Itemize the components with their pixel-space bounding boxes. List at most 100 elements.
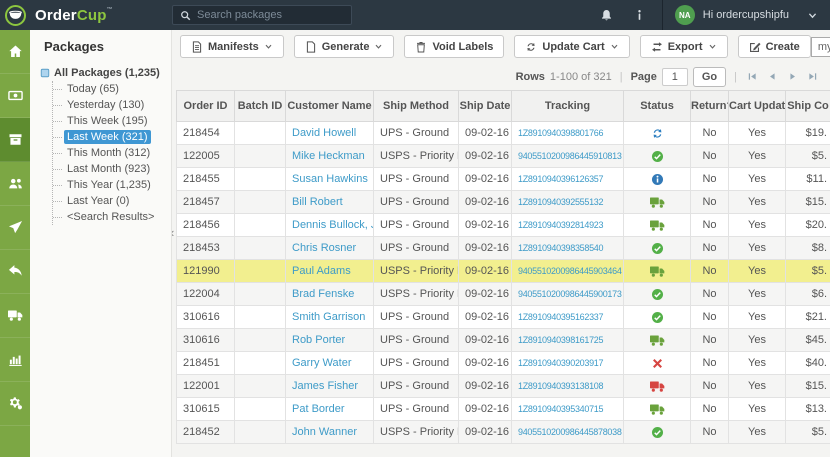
- tree-item[interactable]: Last Month (923): [53, 161, 171, 177]
- customer-name-link[interactable]: James Fisher: [285, 374, 374, 398]
- panel-collapse-arrow[interactable]: ‹: [172, 226, 174, 239]
- rail-item-ship[interactable]: [0, 206, 30, 250]
- column-header[interactable]: Status: [623, 90, 691, 122]
- first-page-icon[interactable]: [747, 71, 758, 82]
- manifests-button[interactable]: Manifests: [180, 35, 284, 58]
- table-row[interactable]: 122001 James Fisher UPS - Ground 09-02-16 1Z…: [176, 374, 830, 398]
- customer-name-link[interactable]: John Wanner: [285, 420, 374, 444]
- customer-name-link[interactable]: Pat Border: [285, 397, 374, 421]
- tracking-link[interactable]: 1Z8910940392555132: [511, 190, 624, 214]
- tracking-link[interactable]: 9405510200986445910813: [511, 144, 624, 168]
- tracking-link[interactable]: 1Z8910940392814923: [511, 213, 624, 237]
- column-header[interactable]: Ship Date: [458, 90, 512, 122]
- column-header[interactable]: Ship Method: [373, 90, 459, 122]
- column-header[interactable]: Batch ID: [234, 90, 286, 122]
- rail-item-settings[interactable]: [0, 382, 30, 426]
- tracking-link[interactable]: 1Z8910940393138108: [511, 374, 624, 398]
- tree-item-label[interactable]: This Year (1,235): [64, 178, 154, 192]
- tracking-link[interactable]: 9405510200986445878038: [511, 420, 624, 444]
- tree-item[interactable]: This Month (312): [53, 145, 171, 161]
- tree-item-label[interactable]: This Month (312): [64, 146, 153, 160]
- store-select[interactable]: myShopify: [810, 36, 830, 57]
- tree-item-label[interactable]: Last Month (923): [64, 162, 153, 176]
- void-labels-button[interactable]: Void Labels: [404, 35, 505, 58]
- table-row[interactable]: 218452 John WannerUSPS - Priority Mail09-…: [176, 420, 830, 444]
- last-page-icon[interactable]: [807, 71, 818, 82]
- column-header[interactable]: Tracking: [511, 90, 624, 122]
- tree-item-label[interactable]: <Search Results>: [64, 210, 157, 224]
- table-row[interactable]: 218456 Dennis Bullock, Jr UPS - Ground 09-0…: [176, 213, 830, 237]
- tracking-link[interactable]: 9405510200986445900173: [511, 282, 624, 306]
- tree-item[interactable]: This Week (195): [53, 113, 171, 129]
- info-icon[interactable]: [635, 9, 644, 21]
- avatar[interactable]: NA: [674, 5, 695, 25]
- export-button[interactable]: Export: [639, 35, 728, 58]
- generate-button[interactable]: Generate: [293, 35, 395, 58]
- search-input[interactable]: [197, 9, 344, 21]
- rail-item-reports[interactable]: [0, 338, 30, 382]
- tree-item-label[interactable]: Last Week (321): [64, 130, 151, 144]
- rail-item-billing[interactable]: [0, 74, 30, 118]
- user-menu-chevron-icon[interactable]: [807, 10, 818, 21]
- tracking-link[interactable]: 1Z8910940396126357: [511, 167, 624, 191]
- table-row[interactable]: 122005 Mike HeckmanUSPS - Priority Mail09…: [176, 144, 830, 168]
- rail-item-carriers[interactable]: [0, 294, 30, 338]
- go-button[interactable]: Go: [692, 66, 727, 87]
- next-page-icon[interactable]: [787, 71, 798, 82]
- column-header[interactable]: Ship Co: [785, 90, 830, 122]
- customer-name-link[interactable]: Rob Porter: [285, 328, 374, 352]
- customer-name-link[interactable]: Mike Heckman: [285, 144, 374, 168]
- table-row[interactable]: 218455 Susan Hawkins UPS - Ground 09-02-16 1…: [176, 167, 830, 191]
- previous-page-icon[interactable]: [767, 71, 778, 82]
- rail-item-home[interactable]: [0, 30, 30, 74]
- column-header[interactable]: Customer Name: [285, 90, 374, 122]
- rail-item-returns[interactable]: [0, 250, 30, 294]
- tracking-link[interactable]: 1Z8910940395162337: [511, 305, 624, 329]
- tree-item-label[interactable]: Today (65): [64, 82, 122, 96]
- tracking-link[interactable]: 1Z8910940395340715: [511, 397, 624, 421]
- tree-root[interactable]: All Packages (1,235): [40, 67, 171, 79]
- rail-item-customers[interactable]: [0, 162, 30, 206]
- table-row[interactable]: 310615 Pat Border UPS - Ground 09-02-16 1Z89…: [176, 397, 830, 421]
- customer-name-link[interactable]: Chris Rosner: [285, 236, 374, 260]
- tracking-link[interactable]: 1Z8910940390203917: [511, 351, 624, 375]
- page-input[interactable]: [661, 67, 688, 86]
- customer-name-link[interactable]: Dennis Bullock, Jr: [285, 213, 374, 237]
- customer-name-link[interactable]: Smith Garrison: [285, 305, 374, 329]
- customer-name-link[interactable]: Susan Hawkins: [285, 167, 374, 191]
- tree-item-label[interactable]: Yesterday (130): [64, 98, 147, 112]
- customer-name-link[interactable]: Brad Fenske: [285, 282, 374, 306]
- table-row[interactable]: 218451 Garry Water UPS - Ground 09-02-16 1Z8…: [176, 351, 830, 375]
- table-row[interactable]: 310616 Rob Porter UPS - Ground 09-02-16 1Z89…: [176, 328, 830, 352]
- column-header[interactable]: Return?: [690, 90, 729, 122]
- table-row[interactable]: 121990 Paul AdamsUSPS - Priority Mail09-0…: [176, 259, 830, 283]
- user-greeting[interactable]: Hi ordercupshipfu: [703, 9, 789, 21]
- table-row[interactable]: 218454 David Howell UPS - Ground 09-02-16 1Z…: [176, 121, 830, 145]
- tree-item-label[interactable]: This Week (195): [64, 114, 151, 128]
- tracking-link[interactable]: 1Z8910940398801766: [511, 121, 624, 145]
- update-cart-button[interactable]: Update Cart: [514, 35, 630, 58]
- tree-item[interactable]: Today (65): [53, 81, 171, 97]
- table-row[interactable]: 218453 Chris Rosner UPS - Ground 09-02-16 1Z…: [176, 236, 830, 260]
- column-header[interactable]: Cart Updated?: [728, 90, 786, 122]
- table-row[interactable]: 122004 Brad FenskeUSPS - Priority Mail09-…: [176, 282, 830, 306]
- tree-item[interactable]: Last Week (321): [53, 129, 171, 145]
- tracking-link[interactable]: 1Z8910940398161725: [511, 328, 624, 352]
- customer-name-link[interactable]: David Howell: [285, 121, 374, 145]
- notifications-bell-icon[interactable]: [600, 9, 613, 22]
- tree-item-label[interactable]: Last Year (0): [64, 194, 132, 208]
- customer-name-link[interactable]: Paul Adams: [285, 259, 374, 283]
- customer-name-link[interactable]: Bill Robert: [285, 190, 374, 214]
- table-row[interactable]: 218457 Bill Robert UPS - Ground 09-02-16 1Z8…: [176, 190, 830, 214]
- column-header[interactable]: Order ID: [176, 90, 235, 122]
- tracking-link[interactable]: 9405510200986445903464: [511, 259, 624, 283]
- table-row[interactable]: 310616 Smith Garrison UPS - Ground 09-02-16…: [176, 305, 830, 329]
- create-button[interactable]: Create: [737, 35, 811, 58]
- tree-item[interactable]: This Year (1,235): [53, 177, 171, 193]
- tree-item[interactable]: <Search Results>: [53, 209, 171, 225]
- search-box[interactable]: [172, 5, 352, 25]
- customer-name-link[interactable]: Garry Water: [285, 351, 374, 375]
- tree-item[interactable]: Last Year (0): [53, 193, 171, 209]
- tracking-link[interactable]: 1Z8910940398358540: [511, 236, 624, 260]
- tree-root-label[interactable]: All Packages (1,235): [54, 67, 160, 79]
